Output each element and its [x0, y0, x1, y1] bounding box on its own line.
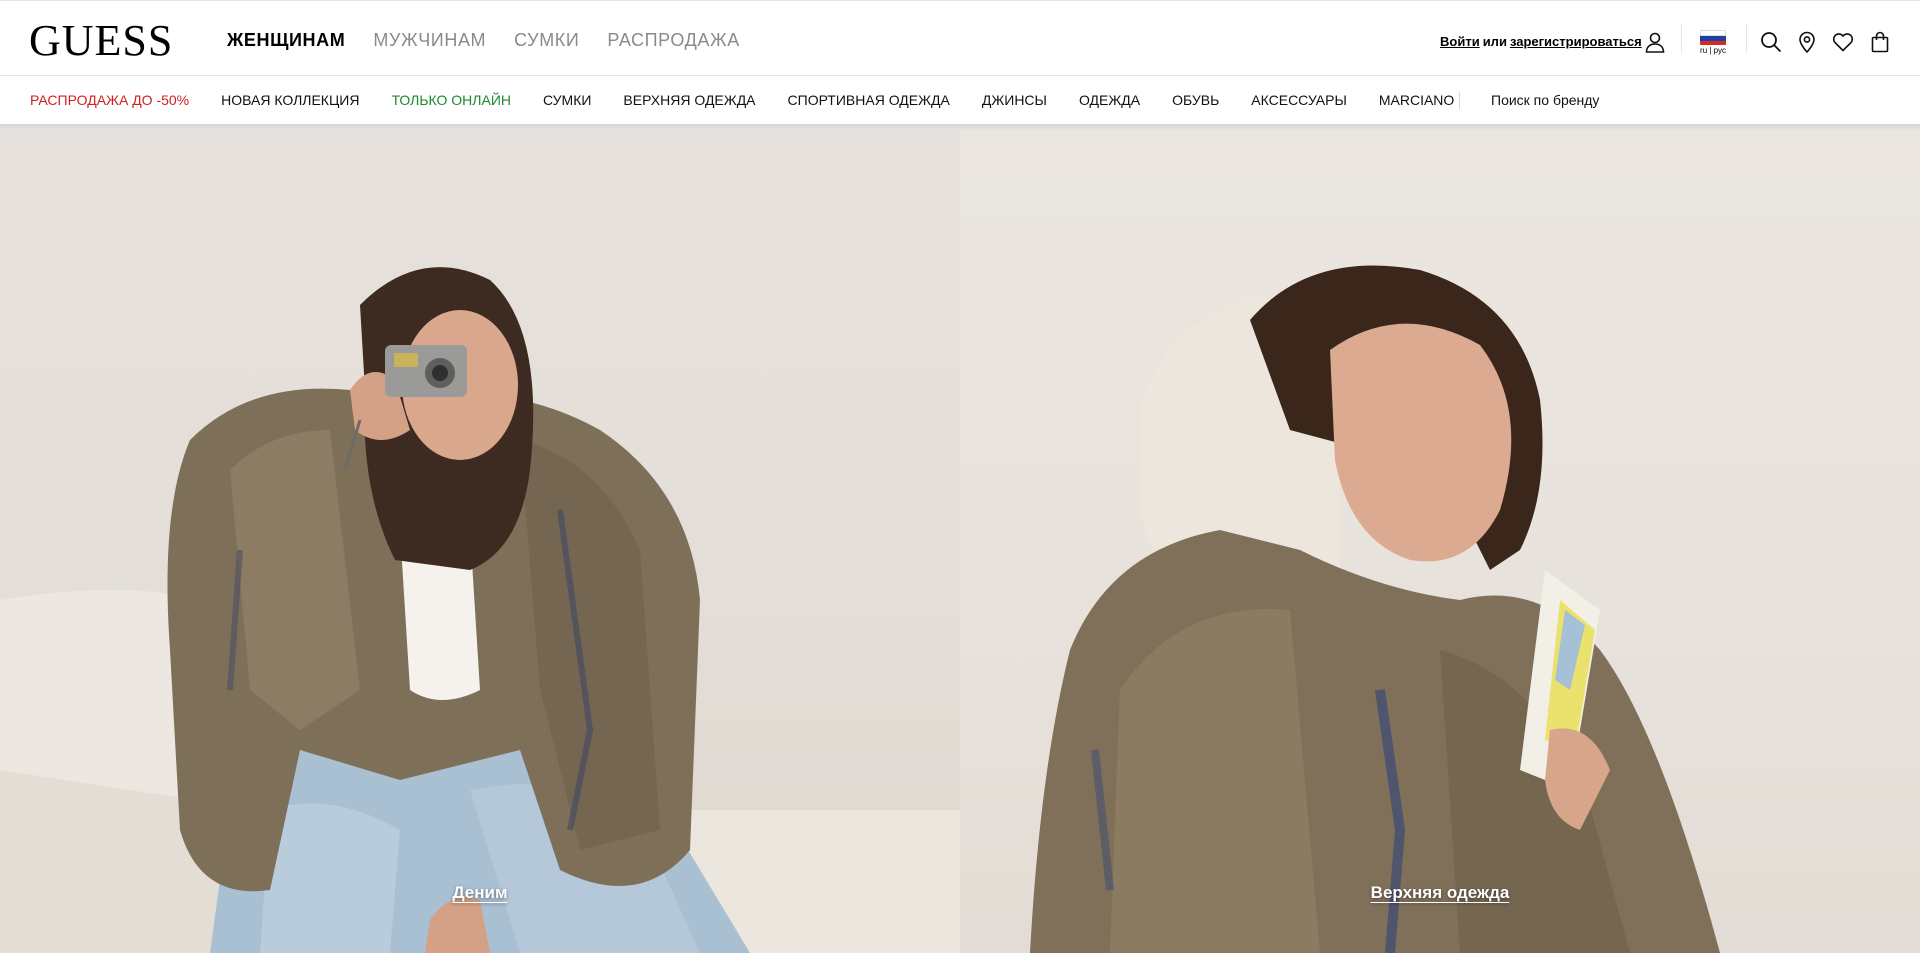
category-item-new-collection[interactable]: НОВАЯ КОЛЛЕКЦИЯ [221, 91, 359, 109]
heart-icon[interactable] [1829, 28, 1857, 56]
hero-tile-denim[interactable]: Деним [0, 130, 960, 953]
brand-search-link[interactable]: Поиск по бренду [1491, 91, 1599, 109]
category-item-sale[interactable]: РАСПРОДАЖА ДО -50% [30, 91, 189, 109]
category-item-marciano[interactable]: MARCIANO [1379, 91, 1454, 109]
site-header: GUESS ЖЕНЩИНАМ МУЖЧИНАМ СУМКИ РАСПРОДАЖА… [0, 0, 1920, 76]
category-item-jeans[interactable]: ДЖИНСЫ [982, 91, 1047, 109]
guess-logo[interactable]: GUESS [29, 17, 173, 65]
main-nav: ЖЕНЩИНАМ МУЖЧИНАМ СУМКИ РАСПРОДАЖА [227, 28, 740, 52]
category-item-online-only[interactable]: ТОЛЬКО ОНЛАЙН [391, 91, 511, 109]
category-nav-divider [1459, 92, 1460, 109]
category-nav: РАСПРОДАЖА ДО -50% НОВАЯ КОЛЛЕКЦИЯ ТОЛЬК… [0, 76, 1920, 124]
language-code: ru | рус [1700, 46, 1726, 55]
language-selector[interactable]: ru | рус [1698, 30, 1728, 58]
category-item-bags[interactable]: СУМКИ [543, 91, 591, 109]
header-divider [1681, 23, 1682, 53]
search-icon[interactable] [1757, 28, 1785, 56]
main-nav-bags[interactable]: СУМКИ [514, 28, 579, 52]
hero-image-denim [0, 267, 960, 953]
main-nav-women[interactable]: ЖЕНЩИНАМ [227, 28, 345, 52]
category-item-accessories[interactable]: АКСЕССУАРЫ [1251, 91, 1347, 109]
account-links: Войти или зарегистрироваться [1440, 34, 1642, 50]
category-item-clothing[interactable]: ОДЕЖДА [1079, 91, 1140, 109]
hero-caption-denim[interactable]: Деним [452, 883, 507, 903]
russia-flag-icon [1700, 30, 1726, 45]
register-link[interactable]: зарегистрироваться [1510, 34, 1642, 49]
hero-caption-outerwear[interactable]: Верхняя одежда [1371, 883, 1510, 903]
hero-tile-outerwear[interactable]: Верхняя одежда [960, 130, 1920, 953]
category-item-sportswear[interactable]: СПОРТИВНАЯ ОДЕЖДА [788, 91, 950, 109]
main-nav-sale[interactable]: РАСПРОДАЖА [607, 28, 739, 52]
main-nav-men[interactable]: МУЖЧИНАМ [373, 28, 486, 52]
login-link[interactable]: Войти [1440, 34, 1480, 49]
shopping-bag-icon[interactable] [1866, 28, 1894, 56]
category-item-shoes[interactable]: ОБУВЬ [1172, 91, 1219, 109]
location-pin-icon[interactable] [1793, 28, 1821, 56]
hero-image-outerwear [1030, 265, 1720, 953]
user-icon[interactable] [1641, 28, 1669, 56]
header-divider [1746, 23, 1747, 53]
account-or-text: или [1482, 34, 1507, 49]
category-item-outerwear[interactable]: ВЕРХНЯЯ ОДЕЖДА [623, 91, 755, 109]
